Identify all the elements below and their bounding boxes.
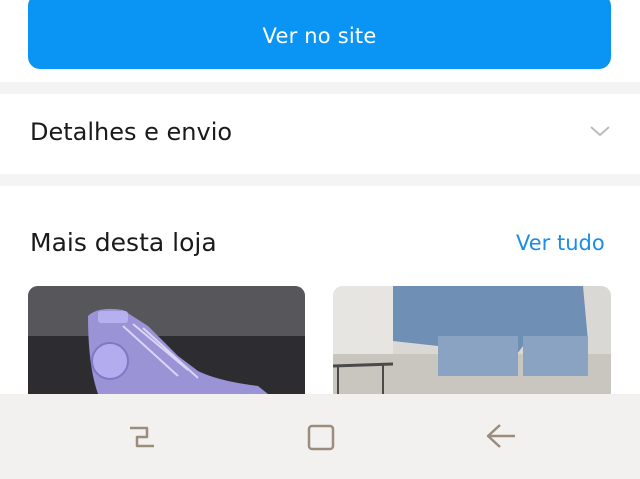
recent-apps-icon[interactable] bbox=[125, 420, 159, 454]
view-on-site-button[interactable]: Ver no site bbox=[28, 0, 611, 69]
details-shipping-title: Detalhes e envio bbox=[30, 118, 233, 146]
more-from-store-title: Mais desta loja bbox=[30, 228, 217, 257]
product-card[interactable] bbox=[333, 286, 611, 394]
cta-container: Ver no site bbox=[0, 0, 640, 82]
home-icon[interactable] bbox=[304, 420, 338, 454]
section-divider bbox=[0, 174, 640, 186]
details-shipping-row[interactable]: Detalhes e envio bbox=[0, 94, 640, 174]
back-icon[interactable] bbox=[484, 420, 518, 454]
section-divider bbox=[0, 82, 640, 94]
purple-high-top-sneaker-image bbox=[28, 286, 305, 394]
product-card[interactable] bbox=[28, 286, 305, 394]
view-on-site-label: Ver no site bbox=[262, 23, 377, 48]
chevron-down-icon[interactable] bbox=[588, 124, 612, 138]
see-all-link[interactable]: Ver tudo bbox=[516, 231, 605, 255]
cuffed-denim-jeans-image bbox=[333, 286, 611, 394]
